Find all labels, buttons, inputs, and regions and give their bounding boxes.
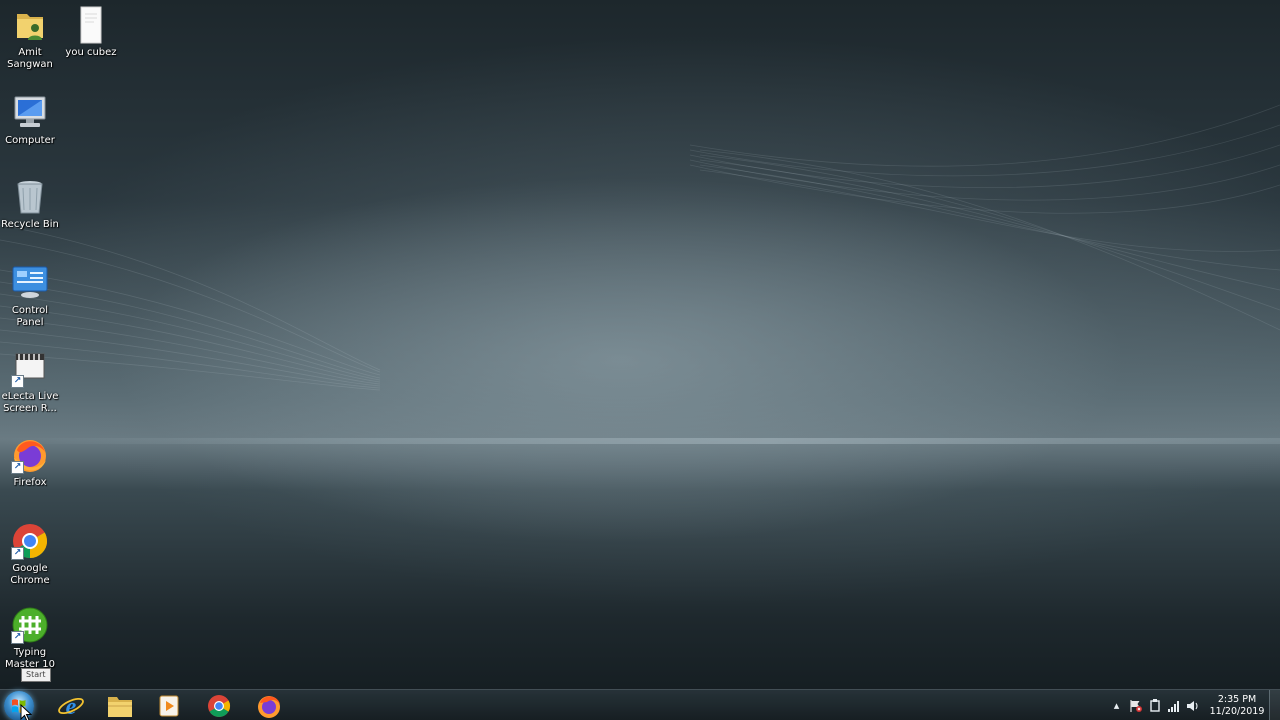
document-icon [72,6,110,44]
action-center-flag-icon[interactable] [1128,698,1144,714]
desktop-icon-electa-live[interactable]: ↗ eLecta Live Screen R... [0,350,62,415]
desktop-icon-amit-sangwan[interactable]: Amit Sangwan [0,6,62,71]
media-player-icon [159,695,179,717]
typing-master-icon: ↗ [11,606,49,644]
file-explorer-icon [108,697,132,717]
desktop[interactable]: Amit Sangwan you cubez Computer Recycle … [0,0,1280,720]
taskbar-media-player[interactable] [147,692,191,720]
network-signal-icon[interactable] [1166,698,1182,714]
shortcut-arrow-icon: ↗ [11,547,24,560]
desktop-icon-firefox[interactable]: ↗ Firefox [0,436,62,489]
volume-icon[interactable] [1185,698,1201,714]
taskbar: e ▴ 2:35 PM 11/20/2019 [0,689,1280,720]
shortcut-arrow-icon: ↗ [11,631,24,644]
recycle-bin-icon [11,178,49,216]
desktop-icon-typing-master[interactable]: ↗ Typing Master 10 [0,606,62,671]
desktop-icon-google-chrome[interactable]: ↗ Google Chrome [0,522,62,587]
screen-recorder-icon: ↗ [11,350,49,388]
taskbar-file-explorer[interactable] [98,692,142,720]
desktop-icon-you-cubez[interactable]: you cubez [59,6,123,59]
firefox-icon: ↗ [11,436,49,474]
shortcut-arrow-icon: ↗ [11,461,24,474]
internet-explorer-icon: e [58,694,84,720]
desktop-icon-control-panel[interactable]: Control Panel [0,264,62,329]
wallpaper-waves [0,104,1280,391]
show-hidden-icons-arrow[interactable]: ▴ [1109,698,1125,714]
chrome-icon [208,695,230,717]
start-tooltip: Start [21,668,51,682]
taskbar-internet-explorer[interactable]: e [49,692,93,720]
user-folder-icon [11,6,49,44]
clock-time: 2:35 PM [1217,693,1257,705]
taskbar-chrome[interactable] [197,692,241,720]
firefox-icon [258,696,280,718]
control-panel-icon [11,264,49,302]
desktop-icon-computer[interactable]: Computer [0,94,62,147]
chrome-icon: ↗ [11,522,49,560]
desktop-icon-recycle-bin[interactable]: Recycle Bin [0,178,62,231]
wallpaper-horizon [0,438,1280,444]
computer-icon [11,94,49,132]
taskbar-firefox[interactable] [247,692,291,720]
show-desktop-button[interactable] [1269,690,1280,720]
clock-date: 11/20/2019 [1209,705,1265,717]
taskbar-clock[interactable]: 2:35 PM 11/20/2019 [1208,694,1266,718]
system-tray: ▴ 2:35 PM 11/20/2019 [1107,690,1266,720]
device-icon[interactable] [1147,698,1163,714]
shortcut-arrow-icon: ↗ [11,375,24,388]
svg-text:e: e [66,694,77,720]
mouse-cursor-icon [20,704,32,720]
